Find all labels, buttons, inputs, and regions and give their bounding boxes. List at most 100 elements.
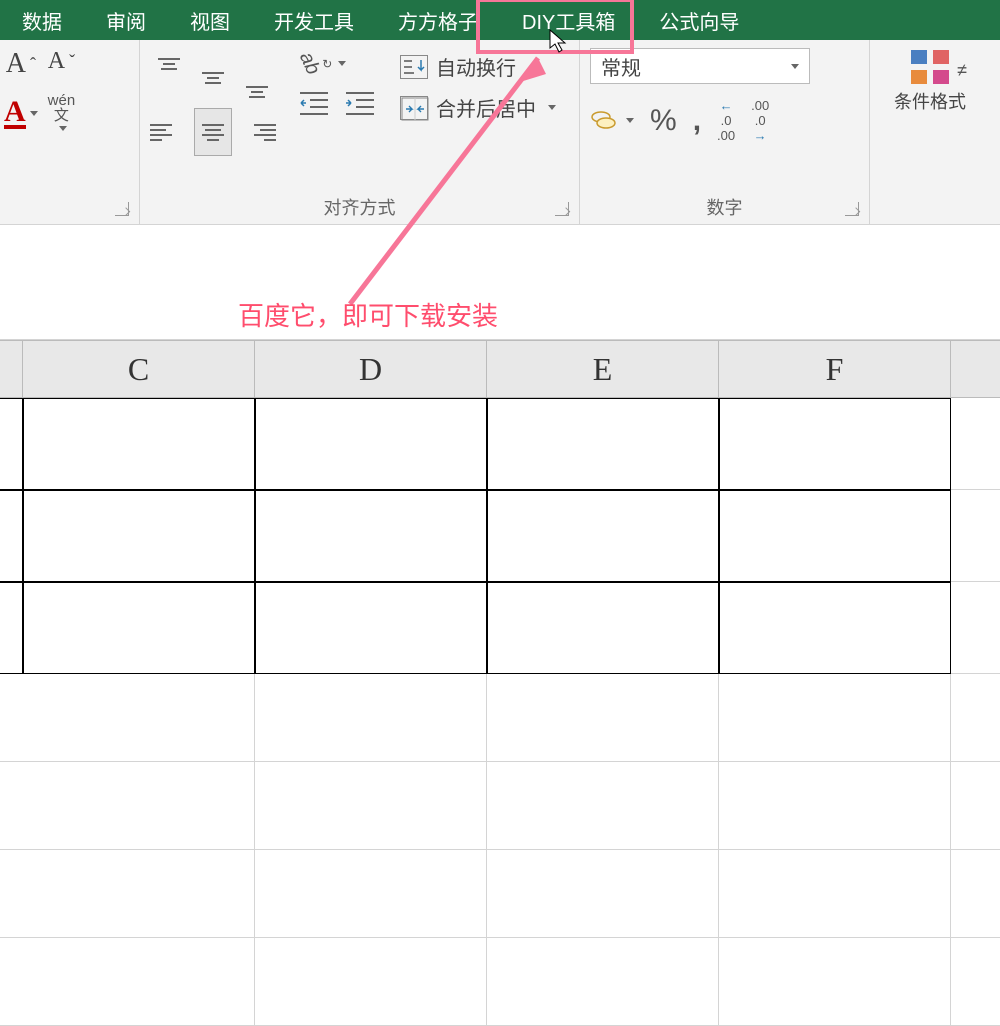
wrap-text-icon xyxy=(400,55,428,79)
styles-group: ≠ 条件格式 xyxy=(870,40,990,224)
alignment-group-label: 对齐方式 xyxy=(150,188,569,220)
cell[interactable] xyxy=(487,582,719,674)
tab-review[interactable]: 审阅 xyxy=(84,0,168,40)
cell[interactable] xyxy=(0,674,255,762)
font-group: A ˆ A A ˇ wén文 xyxy=(0,40,140,224)
comma-format-button[interactable]: , xyxy=(693,104,701,138)
column-header-partial-right[interactable] xyxy=(951,341,1000,397)
tab-view[interactable]: 视图 xyxy=(168,0,252,40)
cell[interactable] xyxy=(255,674,487,762)
cell[interactable] xyxy=(0,762,255,850)
cell[interactable] xyxy=(0,398,23,490)
merge-center-button[interactable]: 合并后居中 xyxy=(400,93,556,122)
font-group-label xyxy=(10,214,129,220)
number-format-combo[interactable]: 常规 xyxy=(590,48,810,84)
merge-center-label: 合并后居中 xyxy=(436,93,536,122)
percent-format-button[interactable]: % xyxy=(650,104,677,138)
cell[interactable] xyxy=(255,762,487,850)
cell[interactable] xyxy=(951,398,1000,490)
decrease-indent-button[interactable] xyxy=(298,89,332,119)
cell[interactable] xyxy=(487,490,719,582)
column-header-e[interactable]: E xyxy=(487,341,719,397)
cell[interactable] xyxy=(951,762,1000,850)
cell[interactable] xyxy=(255,850,487,938)
dialog-launcher-icon[interactable] xyxy=(845,202,859,216)
cell[interactable] xyxy=(0,938,255,1026)
merge-center-icon xyxy=(400,96,428,120)
align-center-button[interactable] xyxy=(194,108,232,156)
align-right-button[interactable] xyxy=(238,108,276,156)
accounting-format-button[interactable] xyxy=(590,108,634,134)
ribbon-tab-bar: 数据 审阅 视图 开发工具 方方格子 DIY工具箱 公式向导 xyxy=(0,0,1000,40)
font-color-button[interactable]: A xyxy=(4,98,38,129)
cell[interactable] xyxy=(487,674,719,762)
tab-data[interactable]: 数据 xyxy=(0,0,84,40)
cell[interactable] xyxy=(0,490,23,582)
phonetic-button[interactable]: wén文 xyxy=(48,93,76,131)
tab-fangfang[interactable]: 方方格子 xyxy=(376,0,500,40)
orientation-button[interactable]: ab ↻ xyxy=(298,52,378,75)
table-row xyxy=(0,762,1000,850)
align-bottom-button[interactable] xyxy=(238,54,276,102)
cell[interactable] xyxy=(951,938,1000,1026)
cell[interactable] xyxy=(719,938,951,1026)
ribbon: A ˆ A A ˇ wén文 xyxy=(0,40,1000,225)
table-row xyxy=(0,490,1000,582)
column-header-c[interactable]: C xyxy=(23,341,255,397)
cell[interactable] xyxy=(23,582,255,674)
dropdown-icon xyxy=(626,118,634,123)
dropdown-icon xyxy=(59,126,67,131)
table-row xyxy=(0,674,1000,762)
cell[interactable] xyxy=(719,674,951,762)
align-middle-button[interactable] xyxy=(194,54,232,102)
cell[interactable] xyxy=(23,398,255,490)
annotation-text: 百度它，即可下载安装 xyxy=(238,296,498,333)
cell[interactable] xyxy=(719,850,951,938)
dialog-launcher-icon[interactable] xyxy=(115,202,129,216)
cell[interactable] xyxy=(255,490,487,582)
conditional-format-button[interactable]: ≠ 条件格式 xyxy=(894,48,966,114)
cell[interactable] xyxy=(719,490,951,582)
cell[interactable] xyxy=(487,850,719,938)
tab-diytools[interactable]: DIY工具箱 xyxy=(500,0,637,40)
column-header-partial[interactable] xyxy=(0,341,23,397)
dropdown-icon xyxy=(548,105,556,110)
cell[interactable] xyxy=(719,398,951,490)
increase-font-button[interactable]: A ˆ xyxy=(6,48,36,80)
conditional-format-label: 条件格式 xyxy=(894,88,966,114)
dialog-launcher-icon[interactable] xyxy=(555,202,569,216)
alignment-group: ab ↻ 自动换行 xyxy=(140,40,580,224)
cell[interactable] xyxy=(255,938,487,1026)
table-row xyxy=(0,938,1000,1026)
cell[interactable] xyxy=(487,762,719,850)
decrease-font-button[interactable]: A ˇ xyxy=(48,48,75,75)
column-header-d[interactable]: D xyxy=(255,341,487,397)
cell[interactable] xyxy=(951,490,1000,582)
cell[interactable] xyxy=(255,398,487,490)
tab-developer[interactable]: 开发工具 xyxy=(252,0,376,40)
cell[interactable] xyxy=(0,850,255,938)
wrap-text-button[interactable]: 自动换行 xyxy=(400,52,556,81)
increase-indent-button[interactable] xyxy=(344,89,378,119)
column-header-row: C D E F xyxy=(0,340,1000,398)
tab-formulawiz[interactable]: 公式向导 xyxy=(637,0,761,40)
orientation-icon: ab xyxy=(294,49,324,79)
cell[interactable] xyxy=(487,938,719,1026)
cell[interactable] xyxy=(951,850,1000,938)
decrease-decimal-button[interactable]: .00 .0 → xyxy=(751,98,769,143)
cell[interactable] xyxy=(487,398,719,490)
align-left-button[interactable] xyxy=(150,108,188,156)
cell[interactable] xyxy=(0,582,23,674)
cell[interactable] xyxy=(951,674,1000,762)
wrap-text-label: 自动换行 xyxy=(436,52,516,81)
increase-decimal-button[interactable]: ← .0 .00 xyxy=(717,98,735,143)
cell[interactable] xyxy=(951,582,1000,674)
styles-group-label xyxy=(880,214,980,220)
increase-indent-icon xyxy=(344,89,378,119)
cell[interactable] xyxy=(23,490,255,582)
cell[interactable] xyxy=(719,582,951,674)
align-top-button[interactable] xyxy=(150,54,188,102)
cell[interactable] xyxy=(719,762,951,850)
cell[interactable] xyxy=(255,582,487,674)
column-header-f[interactable]: F xyxy=(719,341,951,397)
